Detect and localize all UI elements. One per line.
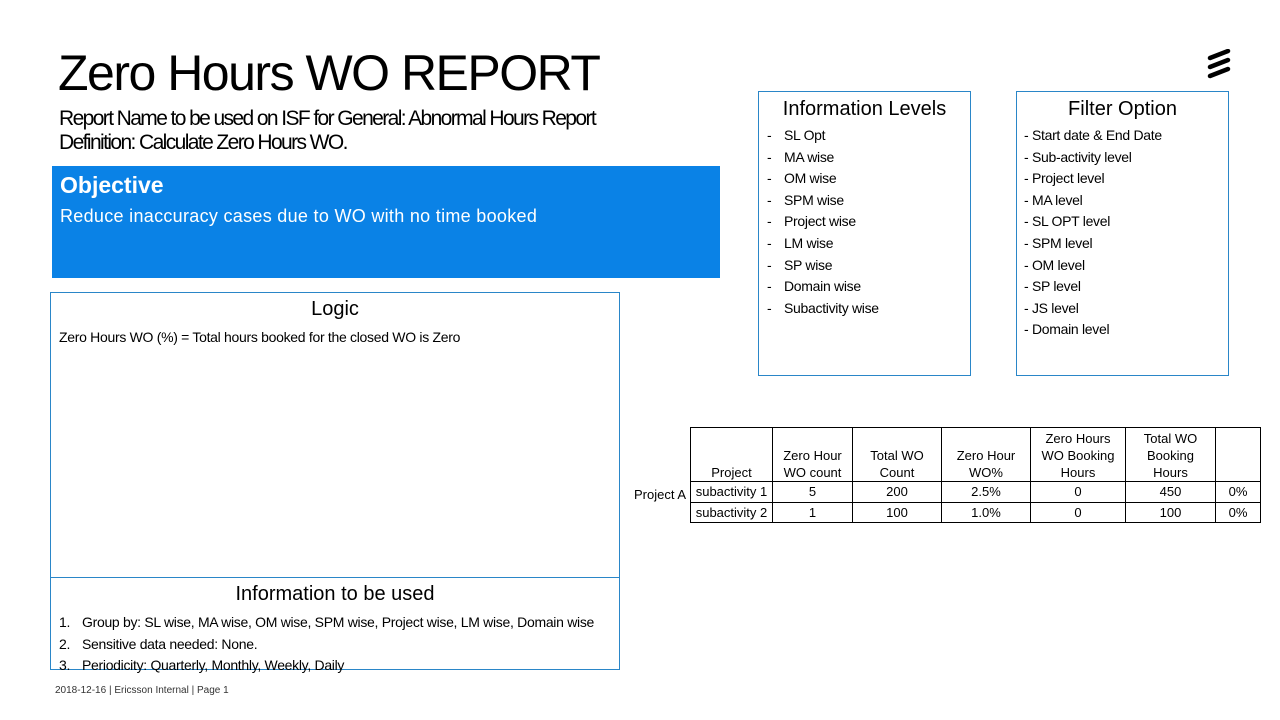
list-item: - Domain wise	[759, 276, 970, 298]
footer: 2018-12-16 | Ericsson Internal | Page 1	[55, 685, 229, 696]
list-item: - SL OPT level	[1024, 213, 1111, 230]
table-cell: 1.0%	[941, 501, 1031, 523]
page-title: Zero Hours WO REPORT	[58, 45, 601, 101]
table-cell: 200	[852, 481, 942, 503]
list-number: 2.	[59, 635, 71, 652]
filter-option-panel: Filter Option - Start date & End Date - …	[1016, 91, 1229, 376]
list-item: - OM level	[1024, 256, 1085, 273]
column-header: Zero Hour WO%	[941, 427, 1031, 482]
list-item: - SPM level	[1024, 234, 1093, 251]
level-label: Domain wise	[784, 278, 861, 295]
footer-classification: Ericsson Internal	[114, 685, 189, 696]
row-group-label: Project A	[634, 487, 687, 502]
bullet-dash: -	[767, 299, 772, 316]
list-item: - Project level	[1024, 170, 1105, 187]
logic-heading: Logic	[311, 298, 359, 320]
bullet-dash: -	[767, 191, 772, 208]
table-cell: 0	[1030, 481, 1126, 503]
objective-text: Reduce inaccuracy cases due to WO with n…	[60, 205, 538, 226]
information-levels-heading: Information Levels	[782, 98, 947, 120]
table-cell: 0	[1030, 501, 1126, 523]
list-item: 3. Periodicity: Quarterly, Monthly, Weekl…	[59, 655, 619, 677]
level-label: SPM wise	[784, 191, 844, 208]
list-item: - SP wise	[759, 255, 970, 277]
table-cell: 100	[1125, 501, 1216, 523]
list-item: - Domain level	[1024, 321, 1110, 338]
table-cell: 450	[1125, 481, 1216, 503]
table-cell: 1	[772, 501, 853, 523]
logic-panel: Logic Zero Hours WO (%) = Total hours bo…	[50, 292, 620, 578]
table-row: subactivity 1 5 200 2.5% 0 450 0%	[690, 481, 1261, 503]
list-item: - MA level	[1024, 191, 1083, 208]
table-cell: 2.5%	[941, 481, 1031, 503]
bullet-dash: -	[767, 127, 772, 143]
level-label: Project wise	[784, 213, 856, 230]
list-item: - SP level	[1024, 278, 1081, 295]
table-header-row: Project Zero Hour WO count Total WO Coun…	[690, 427, 1261, 482]
table-cell: subactivity 2	[690, 501, 773, 523]
column-header: Project	[690, 427, 773, 482]
list-item: - MA wise	[759, 147, 970, 169]
information-to-be-used-heading: Information to be used	[235, 583, 435, 605]
information-to-be-used-panel: Information to be used 1. Group by: SL wi…	[50, 577, 620, 673]
footer-date: 2018-12-16	[55, 685, 107, 696]
footer-page-number: Page 1	[196, 685, 229, 696]
list-text: Group by: SL wise, MA wise, OM wise, SPM…	[82, 614, 595, 630]
table-cell: 100	[852, 501, 942, 523]
information-levels-list: - SL Opt - MA wise - OM wise - SPM wise - Pro…	[759, 125, 970, 319]
list-item: - LM wise	[759, 233, 970, 255]
list-item: - Start date & End Date	[1024, 127, 1162, 143]
table-cell: 5	[772, 481, 853, 503]
list-number: 1.	[59, 614, 71, 630]
bullet-dash: -	[767, 213, 772, 230]
list-number: 3.	[59, 657, 71, 673]
column-header: Total WO Count	[852, 427, 942, 482]
level-label: SP wise	[784, 256, 833, 273]
level-label: MA wise	[784, 148, 835, 165]
level-label: Subactivity wise	[784, 299, 879, 316]
list-text: Sensitive data needed: None.	[82, 635, 258, 652]
report-table: Project Zero Hour WO count Total WO Coun…	[690, 427, 1261, 523]
objective-heading: Objective	[60, 172, 164, 198]
list-item: - Sub-activity level	[1024, 148, 1132, 165]
list-item: - SL Opt	[759, 125, 970, 147]
bullet-dash: -	[767, 278, 772, 295]
bullet-dash: -	[767, 148, 772, 165]
definition-subtitle: Definition: Calculate Zero Hours WO.	[59, 131, 348, 154]
table-cell: 0%	[1215, 481, 1261, 503]
table-cell: 0%	[1215, 501, 1261, 523]
list-item: - SPM wise	[759, 190, 970, 212]
filter-option-list: - Start date & End Date - Sub-activity l…	[1017, 125, 1228, 341]
information-list: 1. Group by: SL wise, MA wise, OM wise, S…	[51, 612, 619, 677]
list-item: - Subactivity wise	[759, 298, 970, 320]
bullet-dash: -	[767, 170, 772, 187]
column-header: Zero Hour WO count	[772, 427, 853, 482]
information-levels-panel: Information Levels - SL Opt - MA wise - OM …	[758, 91, 971, 376]
list-item: 1. Group by: SL wise, MA wise, OM wise, S…	[59, 612, 619, 634]
list-text: Periodicity: Quarterly, Monthly, Weekly,…	[82, 657, 345, 673]
bullet-dash: -	[767, 256, 772, 273]
list-item: 2. Sensitive data needed: None.	[59, 634, 619, 656]
filter-option-heading: Filter Option	[1068, 98, 1177, 120]
report-name-subtitle: Report Name to be used on ISF for Genera…	[59, 107, 597, 130]
level-label: OM wise	[784, 170, 837, 187]
objective-panel: Objective Reduce inaccuracy cases due to…	[52, 166, 720, 278]
table-cell: subactivity 1	[690, 481, 773, 503]
level-label: SL Opt	[784, 127, 826, 143]
logic-text: Zero Hours WO (%) = Total hours booked f…	[59, 329, 461, 345]
list-item: - JS level	[1024, 299, 1079, 316]
list-item: - Project wise	[759, 211, 970, 233]
table-row: subactivity 2 1 100 1.0% 0 100 0%	[690, 501, 1261, 523]
column-header: Total WO Booking Hours	[1125, 427, 1216, 482]
column-header	[1215, 427, 1261, 482]
column-header: Zero Hours WO Booking Hours	[1030, 427, 1126, 482]
list-item: - OM wise	[759, 168, 970, 190]
bullet-dash: -	[767, 234, 772, 251]
ericsson-logo-icon	[1207, 49, 1231, 79]
level-label: LM wise	[784, 234, 834, 251]
